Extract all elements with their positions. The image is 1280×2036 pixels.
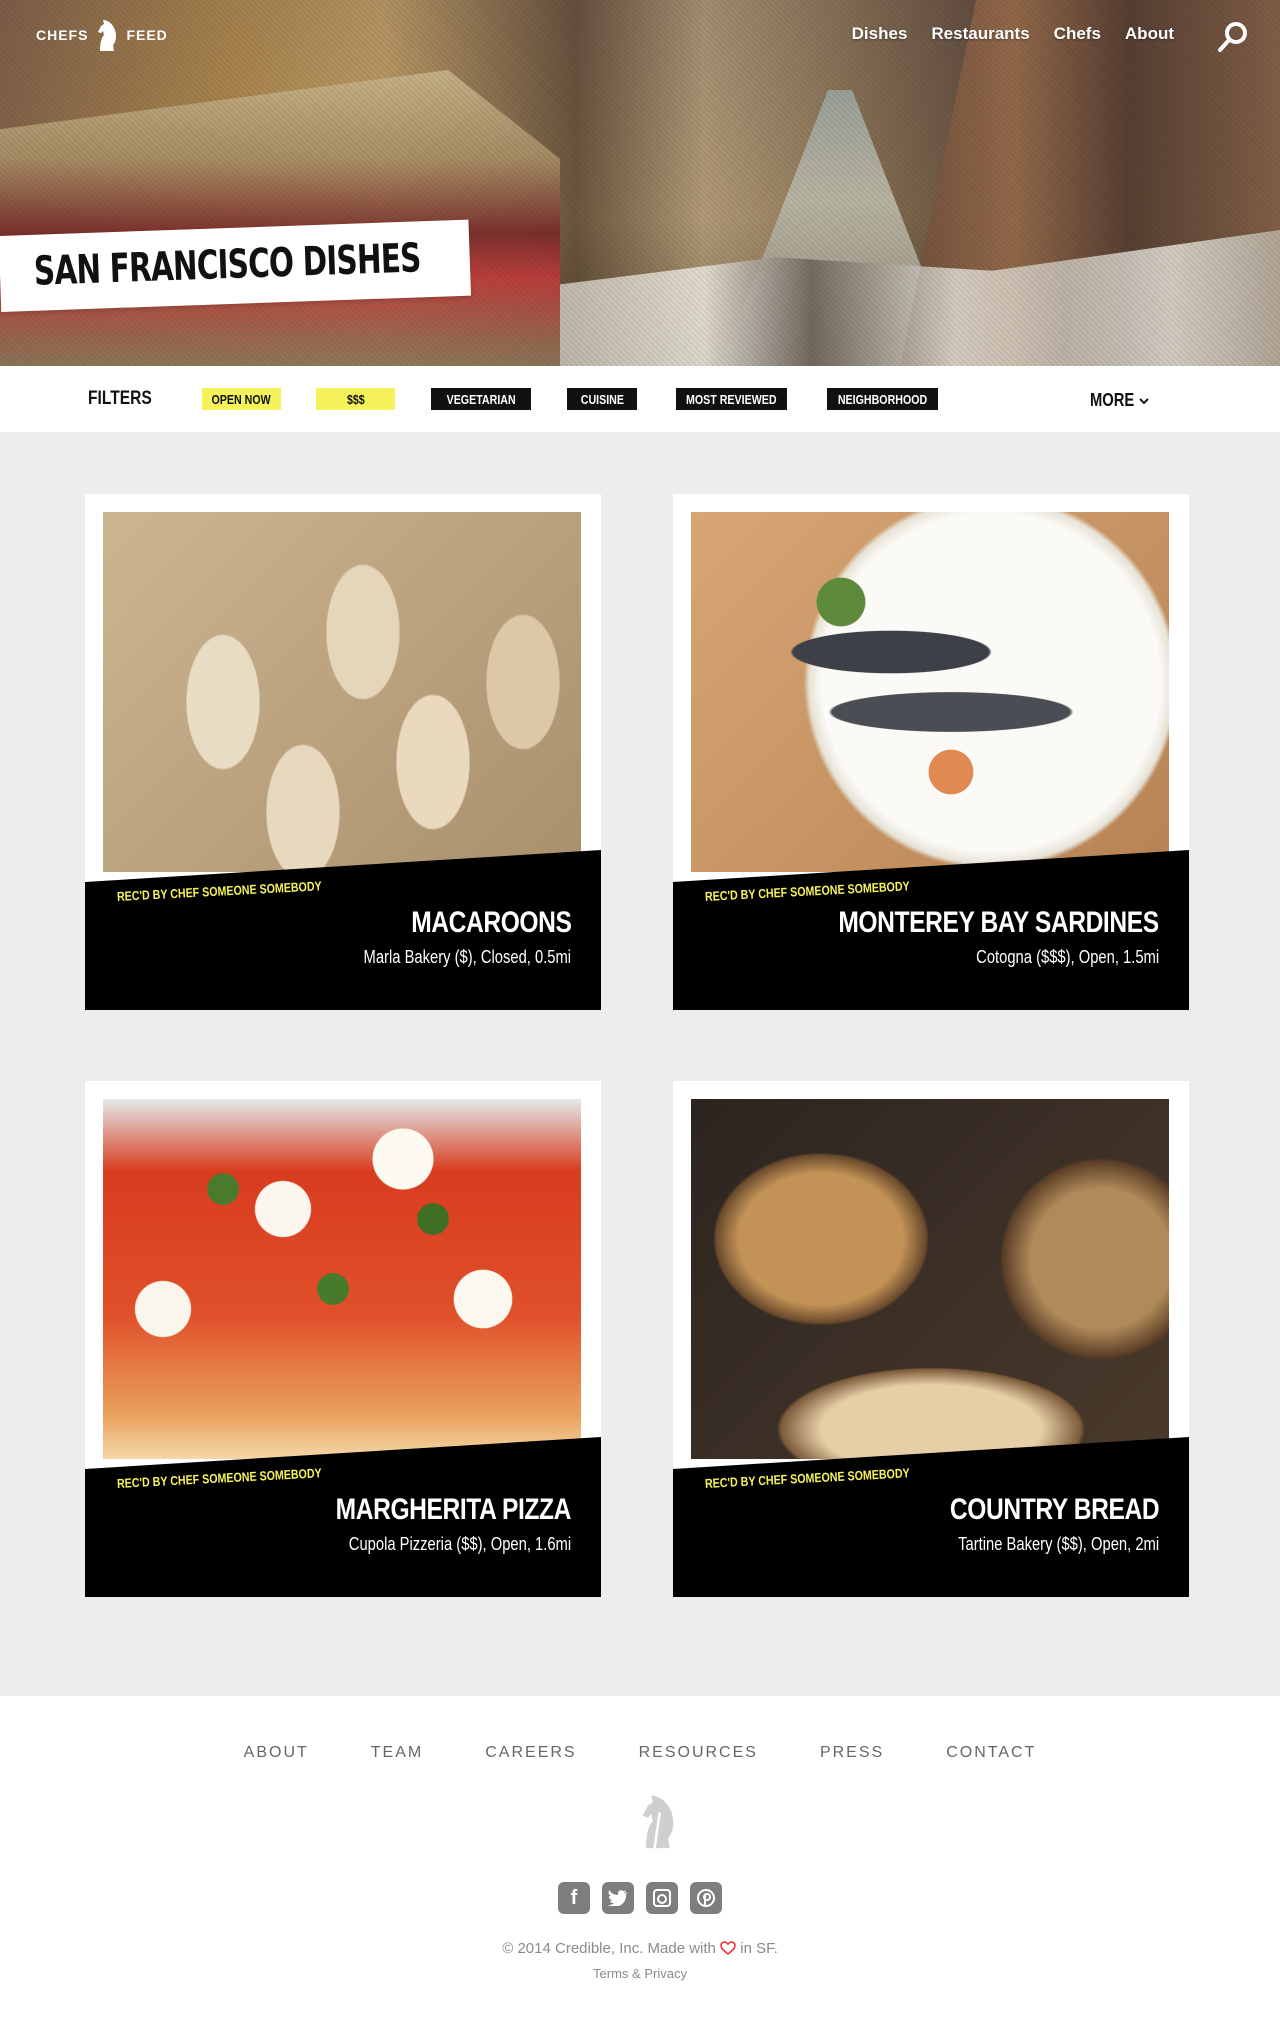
dish-meta: Cotogna ($$$), Open, 1.5mi	[976, 947, 1159, 967]
filter-chip-cuisine[interactable]: CUISINE	[567, 388, 637, 410]
dish-card-bread[interactable]: REC'D BY CHEF SOMEONE SOMEBODY COUNTRY B…	[673, 1081, 1189, 1597]
footer-link-team[interactable]: TEAM	[371, 1744, 423, 1762]
filter-chip-open-now[interactable]: OPEN NOW	[202, 388, 281, 410]
site-footer: ABOUT TEAM CAREERS RESOURCES PRESS CONTA…	[0, 1696, 1280, 2036]
terms-privacy-link[interactable]: Terms & Privacy	[0, 1966, 1280, 1981]
footer-nav: ABOUT TEAM CAREERS RESOURCES PRESS CONTA…	[0, 1744, 1280, 1762]
knight-logo-icon	[642, 1795, 674, 1849]
dish-name: MONTEREY BAY SARDINES	[838, 906, 1160, 939]
page-title: SAN FRANCISCO DISHES	[33, 235, 422, 295]
filter-chip-vegetarian[interactable]: VEGETARIAN	[431, 388, 531, 410]
knight-logo-icon	[98, 20, 117, 51]
dish-name: MARGHERITA PIZZA	[335, 1493, 572, 1526]
chip-label: CUISINE	[580, 391, 624, 407]
dish-photo	[691, 512, 1169, 872]
main-nav: Dishes Restaurants Chefs About	[852, 24, 1174, 44]
brand-left: CHEFS	[36, 27, 89, 43]
pinterest-icon[interactable]	[690, 1882, 722, 1914]
search-icon[interactable]	[1216, 20, 1250, 54]
copyright-text: © 2014 Credible, Inc. Made with	[502, 1940, 716, 1957]
footer-link-contact[interactable]: CONTACT	[946, 1744, 1036, 1762]
brand-right: FEED	[126, 27, 168, 43]
dish-meta: Tartine Bakery ($$), Open, 2mi	[958, 1534, 1159, 1554]
chip-label: OPEN NOW	[211, 391, 272, 407]
nav-chefs[interactable]: Chefs	[1054, 24, 1101, 44]
twitter-icon[interactable]	[602, 1882, 634, 1914]
footer-link-careers[interactable]: CAREERS	[485, 1744, 576, 1762]
dish-card-sardines[interactable]: REC'D BY CHEF SOMEONE SOMEBODY MONTEREY …	[673, 494, 1189, 1010]
dish-name: MACAROONS	[410, 906, 572, 939]
filter-chip-price[interactable]: $$$	[316, 388, 395, 410]
dish-card-pizza[interactable]: REC'D BY CHEF SOMEONE SOMEBODY MARGHERIT…	[85, 1081, 601, 1597]
dish-photo	[103, 512, 581, 872]
chip-label: $$$	[346, 391, 365, 407]
filter-chip-neighborhood[interactable]: NEIGHBORHOOD	[827, 388, 938, 410]
dish-photo	[691, 1099, 1169, 1459]
hero-banner: CHEFS FEED Dishes Restaurants Chefs Abou…	[0, 0, 1280, 366]
nav-about[interactable]: About	[1125, 24, 1174, 44]
heart-icon	[720, 1941, 736, 1956]
nav-restaurants[interactable]: Restaurants	[931, 24, 1029, 44]
copyright-suffix: in SF.	[740, 1940, 778, 1957]
instagram-icon[interactable]	[646, 1882, 678, 1914]
filter-bar: FILTERS OPEN NOW $$$ VEGETARIAN CUISINE …	[0, 366, 1280, 432]
chevron-down-icon	[1139, 397, 1149, 404]
social-links: f	[0, 1882, 1280, 1914]
more-label: MORE	[1090, 390, 1135, 410]
hero-halftone	[0, 0, 1280, 366]
brand-logo[interactable]: CHEFS FEED	[36, 18, 168, 52]
chip-label: MOST REVIEWED	[686, 391, 777, 407]
filter-chip-most-reviewed[interactable]: MOST REVIEWED	[676, 388, 787, 410]
chip-label: NEIGHBORHOOD	[837, 391, 928, 407]
dish-meta: Cupola Pizzeria ($$), Open, 1.6mi	[348, 1534, 571, 1554]
copyright: © 2014 Credible, Inc. Made with in SF.	[0, 1940, 1280, 1957]
chip-label: VEGETARIAN	[446, 391, 516, 407]
dish-name: COUNTRY BREAD	[949, 1493, 1160, 1526]
footer-link-about[interactable]: ABOUT	[244, 1744, 309, 1762]
footer-link-resources[interactable]: RESOURCES	[639, 1744, 758, 1762]
dish-meta: Marla Bakery ($), Closed, 0.5mi	[363, 947, 571, 967]
dish-card-macaroons[interactable]: REC'D BY CHEF SOMEONE SOMEBODY MACAROONS…	[85, 494, 601, 1010]
nav-dishes[interactable]: Dishes	[852, 24, 908, 44]
dish-photo	[103, 1099, 581, 1459]
footer-link-press[interactable]: PRESS	[820, 1744, 884, 1762]
more-filters-dropdown[interactable]: MORE	[1090, 390, 1150, 411]
facebook-icon[interactable]: f	[558, 1882, 590, 1914]
filters-label: FILTERS	[88, 388, 152, 409]
